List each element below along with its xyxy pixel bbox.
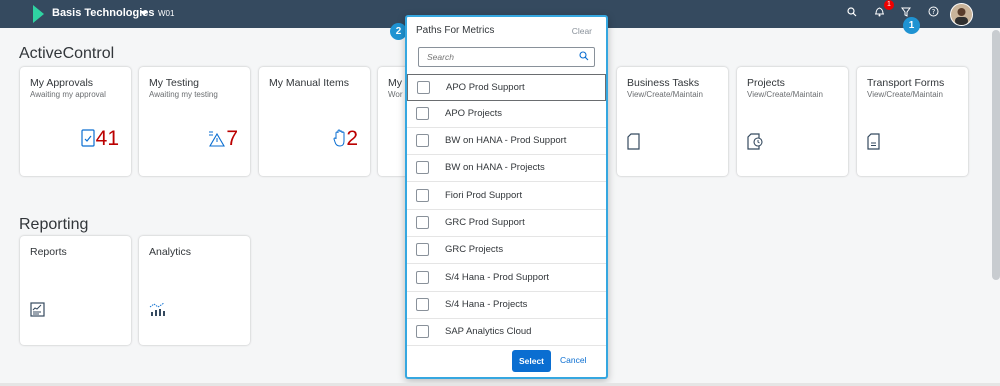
tile-subtitle: Awaiting my approval xyxy=(30,90,106,99)
svg-text:?: ? xyxy=(931,8,935,16)
tile-title: My Manual Items xyxy=(269,77,349,89)
tile-count: 2 xyxy=(346,127,358,150)
tile-title: My xyxy=(388,77,402,89)
project-clock-icon xyxy=(747,133,764,155)
page-scrollbar[interactable] xyxy=(992,30,1000,280)
hand-icon xyxy=(333,129,347,152)
tile-title: Analytics xyxy=(149,246,192,258)
tile-count: 7 xyxy=(226,127,238,150)
tile-business-tasks[interactable]: Business Tasks View/Create/Maintain xyxy=(617,67,728,176)
list-item[interactable]: SAP Analytics Cloud xyxy=(407,319,606,346)
form-icon xyxy=(867,133,880,155)
list-item[interactable]: APO Projects xyxy=(407,101,606,128)
paths-for-metrics-popover: Paths For Metrics Clear APO Prod Support… xyxy=(405,15,608,379)
tile-title: Transport Forms xyxy=(867,77,945,89)
list-item-label: BW on HANA - Projects xyxy=(445,162,545,173)
checkbox[interactable] xyxy=(416,216,429,229)
list-item[interactable]: APO Prod Support xyxy=(407,74,606,101)
popover-title: Paths For Metrics xyxy=(416,25,495,36)
search-icon[interactable] xyxy=(843,5,861,23)
tile-subtitle: View/Create/Maintain xyxy=(747,90,823,99)
notification-badge: 1 xyxy=(884,0,894,10)
list-item[interactable]: S/4 Hana - Prod Support xyxy=(407,265,606,292)
analytics-icon xyxy=(149,302,166,322)
list-item-label: APO Prod Support xyxy=(446,82,525,93)
checkbox[interactable] xyxy=(416,134,429,147)
section-title-reporting: Reporting xyxy=(19,216,89,233)
list-item-label: SAP Analytics Cloud xyxy=(445,326,532,337)
report-icon xyxy=(30,302,45,322)
cancel-button[interactable]: Cancel xyxy=(560,355,586,365)
list-item-label: BW on HANA - Prod Support xyxy=(445,135,567,146)
tile-analytics[interactable]: Analytics xyxy=(139,236,250,345)
checkbox[interactable] xyxy=(416,161,429,174)
tile-subtitle: Wor xyxy=(388,90,403,99)
tile-title: Reports xyxy=(30,246,67,258)
tile-projects[interactable]: Projects View/Create/Maintain xyxy=(737,67,848,176)
list-item[interactable]: GRC Prod Support xyxy=(407,210,606,237)
search-field[interactable] xyxy=(418,47,595,67)
tile-my-approvals[interactable]: My Approvals Awaiting my approval 41 xyxy=(20,67,131,176)
tile-title: Projects xyxy=(747,77,785,89)
tile-title: My Testing xyxy=(149,77,199,89)
list-item-label: S/4 Hana - Projects xyxy=(445,299,528,310)
help-icon[interactable]: ? xyxy=(924,5,942,23)
list-item[interactable]: BW on HANA - Prod Support xyxy=(407,128,606,155)
checkbox[interactable] xyxy=(416,298,429,311)
checkbox[interactable] xyxy=(416,189,429,202)
tile-reports[interactable]: Reports xyxy=(20,236,131,345)
document-icon xyxy=(627,133,640,155)
clear-button[interactable]: Clear xyxy=(572,26,592,36)
approval-document-icon xyxy=(81,129,95,152)
paths-list: APO Prod Support APO Projects BW on HANA… xyxy=(407,74,606,347)
tile-title: My Approvals xyxy=(30,77,94,89)
list-item-label: APO Projects xyxy=(445,108,503,119)
checkbox[interactable] xyxy=(416,107,429,120)
tile-subtitle: Awaiting my testing xyxy=(149,90,218,99)
select-button[interactable]: Select xyxy=(512,350,551,372)
list-item-label: GRC Projects xyxy=(445,244,504,255)
section-title-activecontrol: ActiveControl xyxy=(19,45,115,62)
checkbox[interactable] xyxy=(416,243,429,256)
list-item[interactable]: GRC Projects xyxy=(407,237,606,264)
tile-my-testing[interactable]: My Testing Awaiting my testing 7 xyxy=(139,67,250,176)
logo-icon[interactable] xyxy=(33,5,44,23)
checkbox[interactable] xyxy=(417,81,430,94)
tile-subtitle: View/Create/Maintain xyxy=(627,90,703,99)
user-avatar[interactable] xyxy=(950,3,973,26)
list-item-label: S/4 Hana - Prod Support xyxy=(445,272,550,283)
tile-transport-forms[interactable]: Transport Forms View/Create/Maintain xyxy=(857,67,968,176)
chevron-down-icon[interactable] xyxy=(140,11,148,16)
list-item-label: Fiori Prod Support xyxy=(445,190,523,201)
checkbox[interactable] xyxy=(416,325,429,338)
tile-count: 41 xyxy=(95,127,119,150)
tile-title: Business Tasks xyxy=(627,77,700,89)
warning-list-icon xyxy=(208,130,226,152)
checkbox[interactable] xyxy=(416,271,429,284)
tile-my-manual-items[interactable]: My Manual Items 2 xyxy=(259,67,370,176)
step-marker-1: 1 xyxy=(903,17,920,34)
list-item[interactable]: Fiori Prod Support xyxy=(407,183,606,210)
list-item[interactable]: S/4 Hana - Projects xyxy=(407,292,606,319)
tile-subtitle: View/Create/Maintain xyxy=(867,90,943,99)
search-input[interactable] xyxy=(419,48,577,66)
list-item[interactable]: BW on HANA - Projects xyxy=(407,155,606,182)
list-item-label: GRC Prod Support xyxy=(445,217,525,228)
search-icon[interactable] xyxy=(579,51,589,64)
system-id: W01 xyxy=(158,9,175,18)
